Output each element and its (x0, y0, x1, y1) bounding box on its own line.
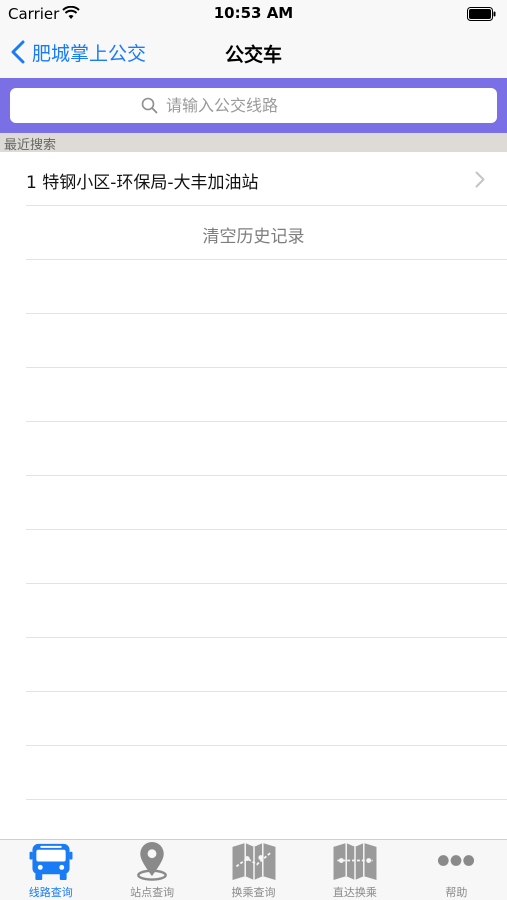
clear-history-label: 清空历史记录 (202, 227, 305, 247)
tab-label: 线路查询 (28, 886, 73, 899)
empty-row-divider (26, 475, 507, 476)
search-icon (141, 97, 158, 114)
tab-label: 直达换乘 (332, 886, 377, 899)
recent-search-header-label: 最近搜索 (4, 138, 57, 153)
empty-row-divider (26, 691, 507, 692)
page-title: 公交车 (224, 44, 282, 66)
navigation-bar: 肥城掌上公交 公交车 (0, 28, 507, 78)
search-input[interactable] (166, 96, 366, 115)
tab-transfer-search[interactable]: 换乘查询 (203, 840, 304, 900)
status-time: 10:53 AM (213, 4, 294, 22)
empty-row-divider (26, 313, 507, 314)
empty-row-divider (26, 637, 507, 638)
empty-row-divider (26, 799, 507, 800)
tab-direct-transfer[interactable]: 直达换乘 (304, 840, 405, 900)
empty-row-divider (26, 745, 507, 746)
empty-row-divider (26, 367, 507, 368)
row-divider (26, 259, 507, 260)
battery-icon (467, 7, 496, 21)
recent-search-item-label: 1 特钢小区-环保局-大丰加油站 (26, 173, 259, 193)
map-icon (333, 842, 377, 881)
status-bar: Carrier 10:53 AM (0, 0, 507, 28)
tab-line-search[interactable]: 线路查询 (0, 840, 101, 900)
recent-search-item[interactable]: 1 特钢小区-环保局-大丰加油站 (0, 152, 507, 206)
tab-station-search[interactable]: 站点查询 (101, 840, 202, 900)
tab-help[interactable]: 帮助 (406, 840, 507, 900)
location-pin-icon (137, 841, 167, 881)
tab-label: 帮助 (445, 886, 468, 899)
search-bar-container (0, 78, 507, 133)
empty-row-divider (26, 529, 507, 530)
bus-icon (29, 843, 73, 881)
chevron-right-icon (475, 171, 485, 188)
more-dots-icon (438, 855, 475, 866)
tab-bar: 线路查询 站点查询 换乘查询 直达换乘 帮助 (0, 839, 507, 900)
empty-row-divider (26, 421, 507, 422)
search-box[interactable] (10, 88, 497, 123)
tab-label: 站点查询 (130, 886, 175, 899)
empty-row-divider (26, 583, 507, 584)
clear-history-button[interactable]: 清空历史记录 (0, 206, 507, 260)
tab-label: 换乘查询 (231, 886, 276, 899)
recent-search-header: 最近搜索 (0, 133, 507, 153)
map-icon (232, 842, 275, 881)
